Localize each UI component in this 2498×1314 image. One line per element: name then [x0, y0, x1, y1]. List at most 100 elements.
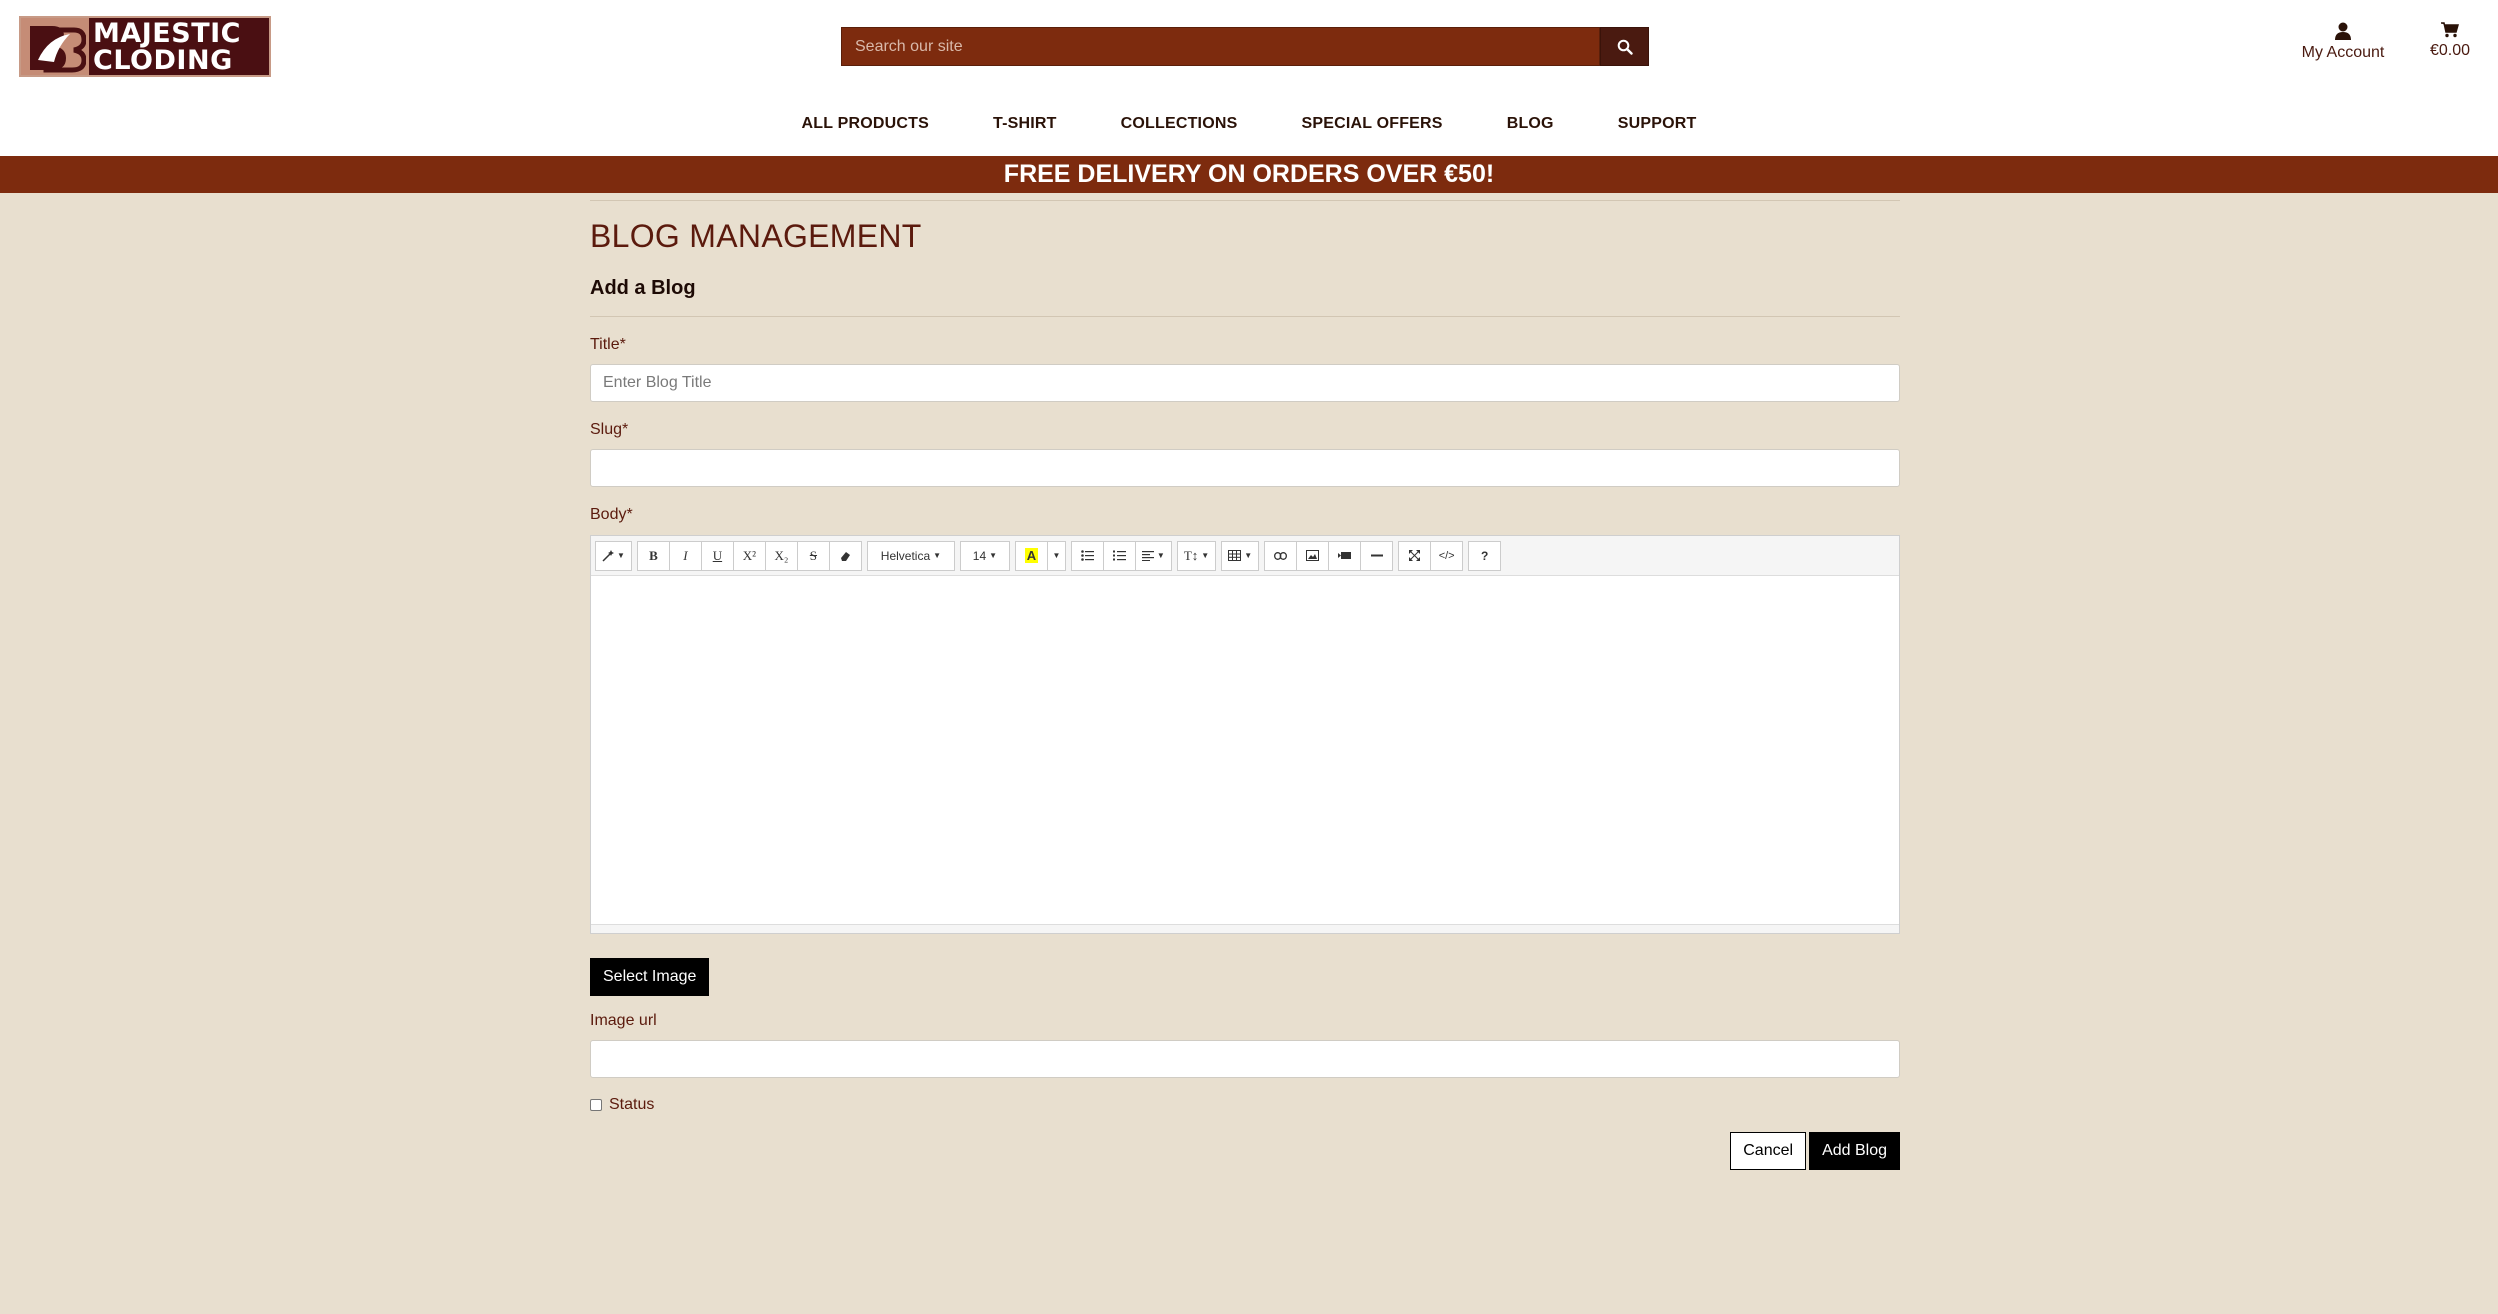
brand-name-line2: CLODING — [93, 44, 233, 76]
insert-video-button[interactable] — [1328, 540, 1362, 571]
style-dropdown-button[interactable]: ▼ — [595, 540, 632, 571]
bold-icon: B — [649, 547, 658, 563]
my-account-label: My Account — [2301, 44, 2385, 61]
nav-item-t-shirt[interactable]: T-SHIRT — [961, 115, 1089, 139]
unordered-list-button[interactable] — [1070, 540, 1104, 571]
subscript-icon: X₂ — [774, 547, 789, 563]
site-header: MAJESTIC CLODING My Account €0.00 ALL PR… — [0, 0, 2498, 156]
line-height-dropdown[interactable]: T↕ ▼ — [1176, 540, 1217, 571]
magic-icon — [602, 549, 614, 562]
my-account-link[interactable]: My Account — [2296, 22, 2390, 62]
nav-item-support[interactable]: SUPPORT — [1586, 115, 1729, 139]
form-actions: Cancel Add Blog — [590, 1132, 1900, 1170]
nav-item-special-offers[interactable]: SPECIAL OFFERS — [1269, 115, 1474, 139]
divider — [590, 193, 1900, 201]
ordered-list-button[interactable] — [1102, 540, 1136, 571]
insert-link-button[interactable] — [1264, 540, 1298, 571]
editor-toolbar: ▼ B I U X² X₂ S Helvetica ▼ 14 ▼ A ▼ ▼ T… — [591, 536, 1899, 576]
align-icon — [1141, 550, 1154, 561]
user-icon — [2335, 22, 2351, 40]
superscript-icon: X² — [742, 547, 757, 563]
nav-item-all-products[interactable]: ALL PRODUCTS — [770, 115, 961, 139]
hr-icon — [1370, 554, 1383, 557]
font-family-dropdown[interactable]: Helvetica ▼ — [866, 540, 955, 571]
slug-input[interactable] — [590, 449, 1900, 487]
video-icon — [1338, 552, 1352, 559]
superscript-button[interactable]: X² — [732, 540, 766, 571]
font-size-dropdown[interactable]: 14 ▼ — [959, 540, 1010, 571]
color-dropdown-button[interactable]: ▼ — [1046, 540, 1066, 571]
underline-button[interactable]: U — [700, 540, 734, 571]
nav-item-blog[interactable]: BLOG — [1475, 115, 1586, 139]
cart-total: €0.00 — [2429, 42, 2471, 59]
cart-link[interactable]: €0.00 — [2420, 22, 2480, 60]
divider — [590, 316, 1900, 317]
chevron-down-icon: ▼ — [1201, 551, 1210, 560]
font-size-value: 14 — [972, 548, 987, 563]
paragraph-align-dropdown[interactable]: ▼ — [1134, 540, 1172, 571]
page-title: BLOG MANAGEMENT — [590, 218, 922, 254]
cancel-button[interactable]: Cancel — [1730, 1132, 1807, 1170]
body-label: Body* — [590, 506, 633, 523]
clear-format-button[interactable] — [828, 540, 862, 571]
title-input[interactable] — [590, 364, 1900, 402]
status-checkbox[interactable] — [590, 1099, 602, 1111]
nav-item-collections[interactable]: COLLECTIONS — [1089, 115, 1270, 139]
brand-name-line1: MAJESTIC — [93, 17, 241, 49]
chevron-down-icon: ▼ — [933, 551, 942, 560]
title-label: Title* — [590, 336, 626, 353]
add-blog-button[interactable]: Add Blog — [1809, 1132, 1900, 1170]
insert-hr-button[interactable] — [1360, 540, 1394, 571]
subscript-button[interactable]: X₂ — [764, 540, 798, 571]
text-color-button[interactable]: A — [1014, 540, 1048, 571]
fullscreen-button[interactable] — [1398, 540, 1432, 571]
table-dropdown[interactable]: ▼ — [1221, 540, 1260, 571]
promo-banner: FREE DELIVERY ON ORDERS OVER €50! — [0, 156, 2498, 193]
table-icon — [1228, 550, 1242, 561]
search-input[interactable] — [841, 27, 1600, 66]
image-url-input[interactable] — [590, 1040, 1900, 1078]
font-family-value: Helvetica — [880, 548, 931, 563]
text-color-icon: A — [1024, 548, 1039, 563]
ordered-list-icon — [1112, 550, 1126, 561]
brand-name: MAJESTIC CLODING — [89, 20, 241, 74]
help-button[interactable]: ? — [1468, 540, 1502, 571]
codeview-icon: </> — [1438, 549, 1455, 562]
section-title: Add a Blog — [590, 277, 696, 299]
select-image-button[interactable]: Select Image — [590, 958, 710, 996]
unordered-list-icon — [1081, 550, 1094, 561]
main-nav: ALL PRODUCTS T-SHIRT COLLECTIONS SPECIAL… — [0, 115, 2498, 139]
underline-icon: U — [712, 547, 723, 563]
chevron-down-icon: ▼ — [989, 551, 998, 560]
insert-image-button[interactable] — [1296, 540, 1330, 571]
chevron-down-icon: ▼ — [1156, 551, 1165, 560]
logo-emblem-icon — [21, 18, 89, 75]
status-field: Status — [590, 1096, 1900, 1114]
chevron-down-icon: ▼ — [1052, 551, 1061, 560]
search-icon — [1617, 39, 1633, 55]
search-button[interactable] — [1600, 27, 1649, 66]
fullscreen-icon — [1409, 550, 1421, 561]
cart-icon — [2441, 22, 2459, 38]
chevron-down-icon: ▼ — [1244, 551, 1253, 560]
brand-logo[interactable]: MAJESTIC CLODING — [19, 16, 271, 77]
blog-management-form: BLOG MANAGEMENT Add a Blog Title* Slug* … — [590, 193, 1900, 1170]
chevron-down-icon: ▼ — [617, 551, 625, 560]
eraser-icon — [841, 551, 851, 561]
editor-resize-handle[interactable] — [591, 924, 1899, 933]
status-label: Status — [609, 1096, 655, 1113]
italic-button[interactable]: I — [668, 540, 702, 571]
editor-content-area[interactable] — [591, 576, 1899, 924]
codeview-button[interactable]: </> — [1430, 540, 1464, 571]
italic-icon: I — [683, 547, 688, 563]
link-icon — [1274, 551, 1288, 560]
slug-label: Slug* — [590, 421, 629, 438]
rich-text-editor: ▼ B I U X² X₂ S Helvetica ▼ 14 ▼ A ▼ ▼ T… — [590, 535, 1900, 934]
image-url-label: Image url — [590, 1012, 657, 1029]
strikethrough-icon: S — [809, 547, 818, 563]
bold-button[interactable]: B — [636, 540, 670, 571]
help-icon: ? — [1480, 548, 1489, 563]
search-bar — [841, 27, 1649, 66]
strikethrough-button[interactable]: S — [796, 540, 830, 571]
image-icon — [1306, 550, 1320, 561]
